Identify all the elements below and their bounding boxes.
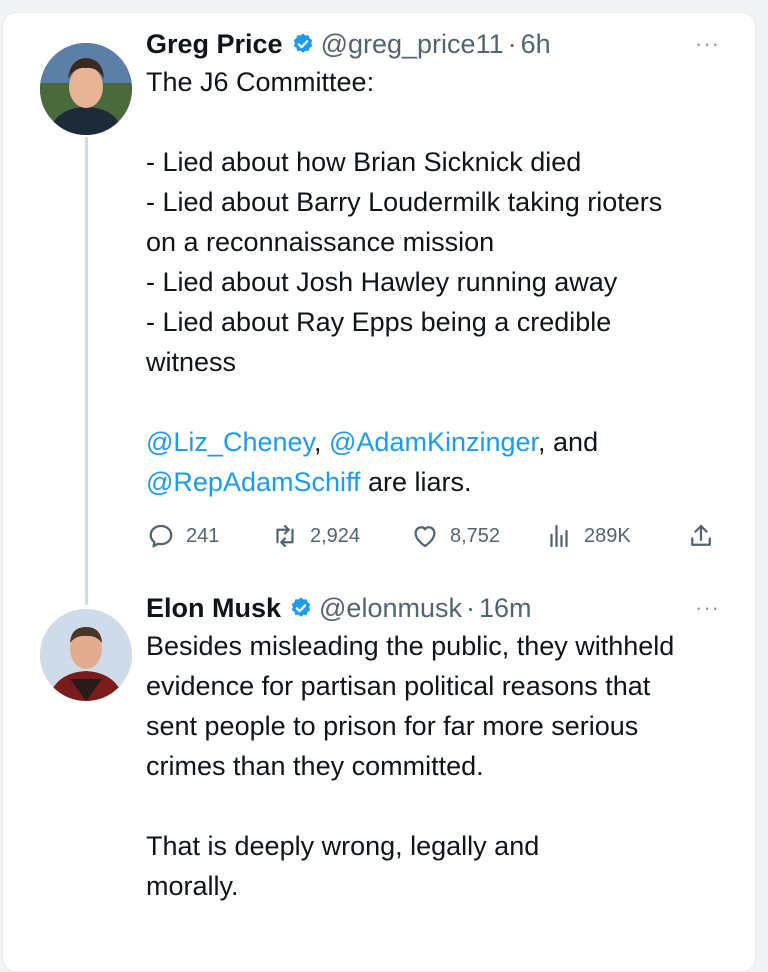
user-handle[interactable]: @greg_price11 [321, 29, 504, 60]
share-button[interactable] [686, 521, 716, 551]
thread-connector-line [85, 137, 88, 605]
separator: · [507, 28, 517, 59]
tweet-line: - Lied about Barry Loudermilk taking rio… [146, 187, 663, 257]
views-icon [550, 524, 568, 548]
text-fragment: are liars. [360, 467, 472, 497]
tweet-header: Elon Musk @elonmusk · 16m [146, 590, 726, 626]
tweet-line: - Lied about Ray Epps being a credible w… [146, 307, 612, 377]
retweet-count: 2,924 [310, 524, 361, 547]
tweet-line: - Lied about Josh Hawley running away [146, 267, 618, 297]
tweet-line: The J6 Committee: [146, 67, 375, 97]
avatar-elon-musk[interactable] [40, 609, 132, 701]
tweet-paragraph: Besides misleading the public, they with… [146, 631, 675, 781]
timestamp[interactable]: 16m [479, 593, 532, 624]
tweet-text: The J6 Committee: - Lied about how Brian… [146, 62, 726, 502]
text-fragment: , [314, 427, 330, 457]
view-count: 289K [584, 524, 631, 547]
mention-link[interactable]: @Liz_Cheney [146, 427, 314, 457]
reply-count: 241 [186, 524, 220, 547]
tweet-paragraph: That is deeply wrong, legally and morall… [146, 831, 540, 901]
like-icon [414, 526, 436, 548]
reply-icon [149, 524, 173, 548]
avatar-greg-price[interactable] [40, 43, 132, 135]
tweet-text: Besides misleading the public, they with… [146, 626, 726, 906]
reply-button[interactable]: 241 [146, 521, 219, 551]
display-name[interactable]: Elon Musk [146, 593, 281, 624]
more-icon[interactable]: ··· [695, 597, 720, 619]
display-name[interactable]: Greg Price [146, 29, 283, 60]
mention-link[interactable]: @AdamKinzinger [329, 427, 538, 457]
tweet-elon-musk[interactable]: Elon Musk @elonmusk · 16m ··· Besides mi… [146, 590, 726, 906]
text-fragment: , and [538, 427, 599, 457]
tweet-line: - Lied about how Brian Sicknick died [146, 147, 582, 177]
mention-link[interactable]: @RepAdamSchiff [146, 467, 361, 497]
verified-badge-icon [291, 597, 311, 617]
tweet-actions: 241 2,924 8,752 289K [146, 516, 726, 556]
more-icon[interactable]: ··· [695, 33, 720, 55]
retweet-icon [276, 524, 294, 548]
separator: · [465, 592, 475, 623]
views-button[interactable]: 289K [544, 521, 631, 551]
share-icon [691, 524, 711, 546]
retweet-button[interactable]: 2,924 [270, 521, 360, 551]
timestamp[interactable]: 6h [521, 29, 551, 60]
tweet-header: Greg Price @greg_price11 · 6h [146, 26, 726, 62]
user-handle[interactable]: @elonmusk [319, 593, 462, 624]
like-count: 8,752 [450, 524, 501, 547]
like-button[interactable]: 8,752 [410, 521, 500, 551]
verified-badge-icon [293, 33, 312, 53]
tweet-greg-price[interactable]: Greg Price @greg_price11 · 6h ··· The J6… [146, 26, 726, 502]
mentions-line: @Liz_Cheney, @AdamKinzinger, and @RepAda… [146, 422, 666, 502]
